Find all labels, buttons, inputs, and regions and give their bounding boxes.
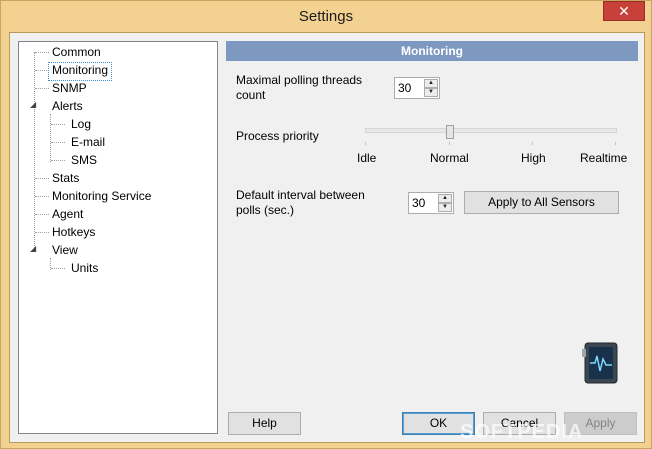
tree-item-monitoring[interactable]: Monitoring xyxy=(48,62,113,81)
spin-up-arrow-icon[interactable]: ▲ xyxy=(424,79,438,88)
priority-option-idle: Idle xyxy=(357,151,377,165)
tree-item-agent[interactable]: Agent xyxy=(49,206,86,223)
priority-option-normal: Normal xyxy=(430,151,469,165)
panel-header: Monitoring xyxy=(226,41,638,61)
spin-buttons: ▲ ▼ xyxy=(438,194,452,212)
slider-tick xyxy=(532,142,533,145)
spin-buttons: ▲ ▼ xyxy=(424,79,438,97)
tree-item-log[interactable]: Log xyxy=(68,116,94,133)
tree-connector xyxy=(35,70,49,71)
tree-connector xyxy=(50,114,51,162)
tree-connector xyxy=(34,52,35,252)
tree-item-monitoring-service[interactable]: Monitoring Service xyxy=(49,188,154,205)
spin-up-arrow-icon[interactable]: ▲ xyxy=(438,194,452,203)
interval-stepper[interactable]: 30 ▲ ▼ xyxy=(408,192,454,214)
slider-tick xyxy=(449,142,450,145)
tree-item-sms[interactable]: SMS xyxy=(68,152,100,169)
help-button[interactable]: Help xyxy=(228,412,301,435)
collapse-triangle-icon[interactable]: ◢ xyxy=(30,245,38,253)
tree-connector xyxy=(35,52,49,53)
interval-value[interactable]: 30 xyxy=(412,196,425,210)
threads-label: Maximal polling threads count xyxy=(236,73,363,102)
threads-value[interactable]: 30 xyxy=(398,81,411,95)
tree-item-view[interactable]: View xyxy=(49,242,81,259)
tree-connector xyxy=(35,232,49,233)
slider-tick xyxy=(615,142,616,145)
tree-connector xyxy=(51,160,65,161)
spin-down-arrow-icon[interactable]: ▼ xyxy=(438,203,452,212)
threads-stepper[interactable]: 30 ▲ ▼ xyxy=(394,77,440,99)
monitor-icon xyxy=(582,341,620,385)
priority-slider-thumb[interactable] xyxy=(446,125,454,139)
tree-connector xyxy=(35,88,49,89)
tree-item-email[interactable]: E-mail xyxy=(68,134,108,151)
tree-connector xyxy=(35,214,49,215)
priority-option-realtime: Realtime xyxy=(580,151,628,165)
settings-tree[interactable]: ◢ ◢ Common Monitoring SNMP Alerts Log E-… xyxy=(18,41,218,434)
tree-item-common[interactable]: Common xyxy=(49,44,104,61)
close-button[interactable]: ✕ xyxy=(603,1,645,21)
tree-connector xyxy=(51,124,65,125)
tree-item-alerts[interactable]: Alerts xyxy=(49,98,86,115)
dialog-client: ◢ ◢ Common Monitoring SNMP Alerts Log E-… xyxy=(9,32,645,443)
tree-connector xyxy=(35,196,49,197)
tree-item-stats[interactable]: Stats xyxy=(49,170,82,187)
slider-tick xyxy=(365,142,366,145)
collapse-triangle-icon[interactable]: ◢ xyxy=(30,101,38,109)
interval-label: Default interval between polls (sec.) xyxy=(236,188,365,217)
tree-item-snmp[interactable]: SNMP xyxy=(49,80,90,97)
tree-connector xyxy=(35,178,49,179)
priority-slider-track[interactable] xyxy=(365,128,617,133)
watermark: SOFTPEDIA xyxy=(460,421,584,443)
window-title: Settings xyxy=(298,8,354,25)
monitoring-panel: Monitoring Maximal polling threads count… xyxy=(226,41,638,434)
title-bar[interactable]: Settings ✕ xyxy=(1,1,651,33)
tree-item-units[interactable]: Units xyxy=(68,260,101,277)
priority-label: Process priority xyxy=(236,129,319,143)
apply-to-all-sensors-button[interactable]: Apply to All Sensors xyxy=(464,191,619,214)
tree-connector xyxy=(51,268,65,269)
spin-down-arrow-icon[interactable]: ▼ xyxy=(424,88,438,97)
settings-window: Settings ✕ ◢ ◢ Common Monitoring SNMP Al… xyxy=(0,0,652,449)
tree-item-hotkeys[interactable]: Hotkeys xyxy=(49,224,98,241)
priority-option-high: High xyxy=(521,151,546,165)
tree-connector xyxy=(51,142,65,143)
